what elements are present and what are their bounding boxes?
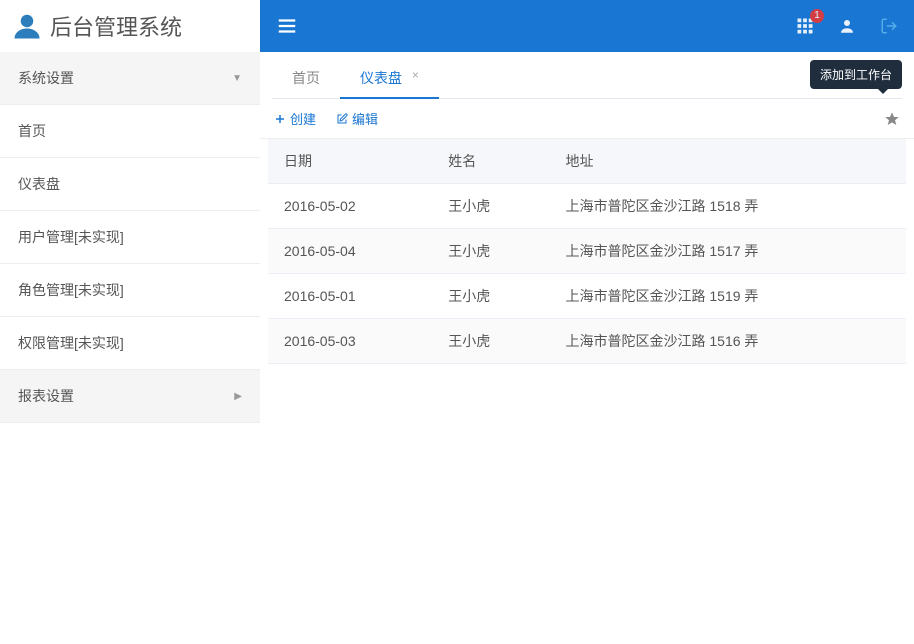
topbar: 1 — [260, 0, 914, 52]
chevron-right-icon: ▶ — [234, 391, 242, 402]
sidebar: 后台管理系统 系统设置 ▼ 首页 仪表盘 用户管理[未实现] 角色管理[未实现]… — [0, 0, 260, 644]
table-row[interactable]: 2016-05-04王小虎上海市普陀区金沙江路 1517 弄 — [268, 229, 906, 274]
user-icon — [12, 11, 42, 41]
create-button[interactable]: 创建 — [274, 109, 316, 128]
tooltip-add-workspace: 添加到工作台 — [810, 60, 902, 89]
table-row[interactable]: 2016-05-03王小虎上海市普陀区金沙江路 1516 弄 — [268, 319, 906, 364]
table-wrap: 日期 姓名 地址 2016-05-02王小虎上海市普陀区金沙江路 1518 弄2… — [260, 139, 914, 644]
profile-icon[interactable] — [838, 17, 856, 35]
menu-toggle-icon[interactable] — [276, 15, 298, 37]
star-icon[interactable] — [884, 111, 900, 127]
edit-label: 编辑 — [352, 109, 378, 128]
tab-label: 仪表盘 — [360, 70, 402, 86]
cell-date: 2016-05-01 — [268, 274, 432, 319]
notification-badge: 1 — [810, 9, 824, 23]
cell-name: 王小虎 — [432, 319, 549, 364]
menu-item-dashboard[interactable]: 仪表盘 — [0, 158, 260, 211]
content: 首页 仪表盘 × 添加到工作台 创建 — [260, 52, 914, 644]
cell-name: 王小虎 — [432, 229, 549, 274]
cell-address: 上海市普陀区金沙江路 1517 弄 — [549, 229, 906, 274]
menu-item-permissions[interactable]: 权限管理[未实现] — [0, 317, 260, 370]
cell-date: 2016-05-02 — [268, 184, 432, 229]
cell-date: 2016-05-04 — [268, 229, 432, 274]
tab-home[interactable]: 首页 — [272, 58, 340, 98]
tab-dashboard[interactable]: 仪表盘 × — [340, 58, 439, 98]
create-label: 创建 — [290, 109, 316, 128]
chevron-down-icon: ▼ — [232, 73, 242, 84]
main: 1 首页 仪表盘 × — [260, 0, 914, 644]
menu-item-roles[interactable]: 角色管理[未实现] — [0, 264, 260, 317]
cell-name: 王小虎 — [432, 184, 549, 229]
tabs: 首页 仪表盘 × — [272, 58, 902, 99]
col-date: 日期 — [268, 139, 432, 184]
menu-item-label: 用户管理[未实现] — [18, 229, 124, 245]
data-table: 日期 姓名 地址 2016-05-02王小虎上海市普陀区金沙江路 1518 弄2… — [268, 139, 906, 364]
tab-label: 首页 — [292, 70, 320, 86]
tabs-row: 首页 仪表盘 × 添加到工作台 — [260, 52, 914, 99]
menu-item-label: 角色管理[未实现] — [18, 282, 124, 298]
plus-icon — [274, 113, 286, 125]
col-address: 地址 — [549, 139, 906, 184]
menu-item-users[interactable]: 用户管理[未实现] — [0, 211, 260, 264]
cell-address: 上海市普陀区金沙江路 1516 弄 — [549, 319, 906, 364]
logout-icon[interactable] — [880, 17, 898, 35]
app-title: 后台管理系统 — [50, 10, 182, 42]
menu-group-reports[interactable]: 报表设置 ▶ — [0, 370, 260, 423]
col-name: 姓名 — [432, 139, 549, 184]
apps-icon[interactable]: 1 — [796, 17, 814, 35]
menu-group-label: 系统设置 — [18, 68, 74, 88]
edit-icon — [336, 113, 348, 125]
table-row[interactable]: 2016-05-02王小虎上海市普陀区金沙江路 1518 弄 — [268, 184, 906, 229]
toolbar: 创建 编辑 — [260, 99, 914, 139]
menu-item-home[interactable]: 首页 — [0, 105, 260, 158]
cell-address: 上海市普陀区金沙江路 1519 弄 — [549, 274, 906, 319]
cell-date: 2016-05-03 — [268, 319, 432, 364]
tooltip-text: 添加到工作台 — [820, 68, 892, 82]
menu-item-label: 权限管理[未实现] — [18, 335, 124, 351]
logo-area: 后台管理系统 — [0, 0, 260, 52]
menu-item-label: 仪表盘 — [18, 176, 60, 192]
menu-item-label: 首页 — [18, 123, 46, 139]
edit-button[interactable]: 编辑 — [336, 109, 378, 128]
menu-group-label: 报表设置 — [18, 386, 74, 406]
cell-name: 王小虎 — [432, 274, 549, 319]
cell-address: 上海市普陀区金沙江路 1518 弄 — [549, 184, 906, 229]
table-row[interactable]: 2016-05-01王小虎上海市普陀区金沙江路 1519 弄 — [268, 274, 906, 319]
menu-group-system[interactable]: 系统设置 ▼ — [0, 52, 260, 105]
close-icon[interactable]: × — [412, 68, 419, 82]
